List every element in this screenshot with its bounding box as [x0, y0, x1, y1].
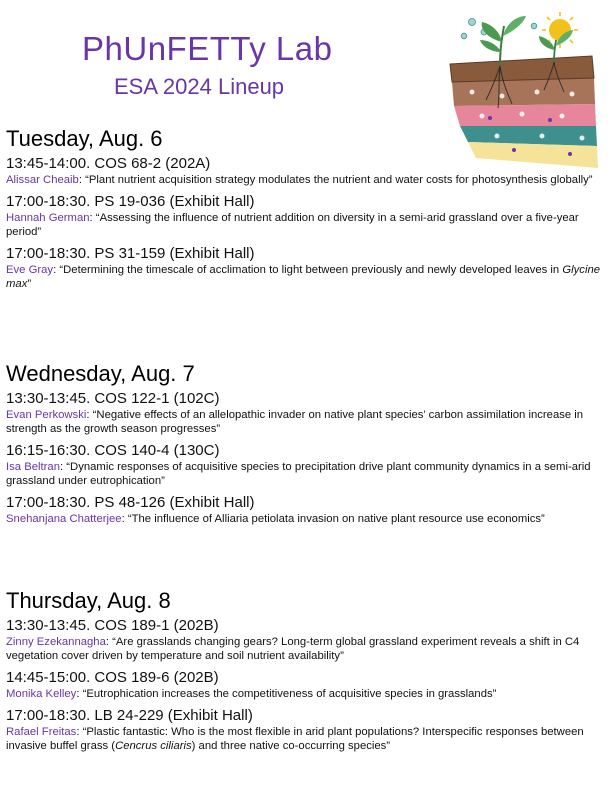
talk-item: 13:45-14:00. COS 68-2 (202A) Alissar Che… [6, 155, 604, 187]
talk-title: Alissar Cheaib: “Plant nutrient acquisit… [6, 174, 593, 186]
session-info: 17:00-18:30. PS 48-126 (Exhibit Hall) [6, 494, 255, 511]
speaker-name: Eve Gray [6, 264, 54, 276]
speaker-name: Isa Beltran [6, 461, 61, 473]
talk-title: Zinny Ezekannagha: “Are grasslands chang… [6, 636, 580, 662]
talk-title: Eve Gray: “Determining the timescale of … [6, 264, 601, 290]
session-info: 14:45-15:00. COS 189-6 (202B) [6, 669, 219, 686]
talk-title: Snehanjana Chatterjee: “The influence of… [6, 513, 545, 525]
talk-item: 13:30-13:45. COS 122-1 (102C) Evan Perko… [6, 390, 604, 436]
speaker-name: Snehanjana Chatterjee [6, 513, 122, 525]
speaker-name: Zinny Ezekannagha [6, 636, 106, 648]
session-info: 17:00-18:30. PS 19-036 (Exhibit Hall) [6, 193, 255, 210]
session-info: 17:00-18:30. PS 31-159 (Exhibit Hall) [6, 245, 255, 262]
lab-title: PhUnFETTy Lab [82, 30, 333, 67]
event-subtitle: ESA 2024 Lineup [114, 74, 285, 99]
talk-title: Isa Beltran: “Dynamic responses of acqui… [6, 461, 591, 487]
talk-item: 13:30-13:45. COS 189-1 (202B) Zinny Ezek… [6, 617, 604, 663]
talk-title: Monika Kelley: “Eutrophication increases… [6, 688, 497, 700]
day-section-tuesday: Tuesday, Aug. 6 13:45-14:00. COS 68-2 (2… [6, 126, 604, 297]
talk-title: Rafael Freitas: “Plastic fantastic: Who … [6, 726, 584, 752]
session-info: 13:30-13:45. COS 122-1 (102C) [6, 390, 220, 407]
session-info: 13:45-14:00. COS 68-2 (202A) [6, 155, 211, 172]
speaker-name: Evan Perkowski [6, 409, 87, 421]
session-info: 13:30-13:45. COS 189-1 (202B) [6, 617, 219, 634]
speaker-name: Alissar Cheaib [6, 174, 79, 186]
session-info: 16:15-16:30. COS 140-4 (130C) [6, 442, 220, 459]
talk-item: 16:15-16:30. COS 140-4 (130C) Isa Beltra… [6, 442, 604, 488]
talk-item: 17:00-18:30. PS 19-036 (Exhibit Hall) Ha… [6, 193, 604, 239]
speaker-name: Monika Kelley [6, 688, 77, 700]
talk-title: Evan Perkowski: “Negative effects of an … [6, 409, 584, 435]
speaker-name: Hannah German [6, 212, 90, 224]
talk-item: 17:00-18:30. LB 24-229 (Exhibit Hall) Ra… [6, 707, 604, 753]
speaker-name: Rafael Freitas [6, 726, 77, 738]
day-heading: Thursday, Aug. 8 [6, 588, 171, 613]
day-section-thursday: Thursday, Aug. 8 13:30-13:45. COS 189-1 … [6, 588, 604, 759]
talk-item: 17:00-18:30. PS 48-126 (Exhibit Hall) Sn… [6, 494, 604, 526]
talk-title: Hannah German: “Assessing the influence … [6, 212, 579, 238]
day-section-wednesday: Wednesday, Aug. 7 13:30-13:45. COS 122-1… [6, 361, 604, 532]
session-info: 17:00-18:30. LB 24-229 (Exhibit Hall) [6, 707, 253, 724]
day-heading: Wednesday, Aug. 7 [6, 361, 195, 386]
talk-item: 14:45-15:00. COS 189-6 (202B) Monika Kel… [6, 669, 604, 701]
day-heading: Tuesday, Aug. 6 [6, 126, 163, 151]
talk-item: 17:00-18:30. PS 31-159 (Exhibit Hall) Ev… [6, 245, 604, 291]
